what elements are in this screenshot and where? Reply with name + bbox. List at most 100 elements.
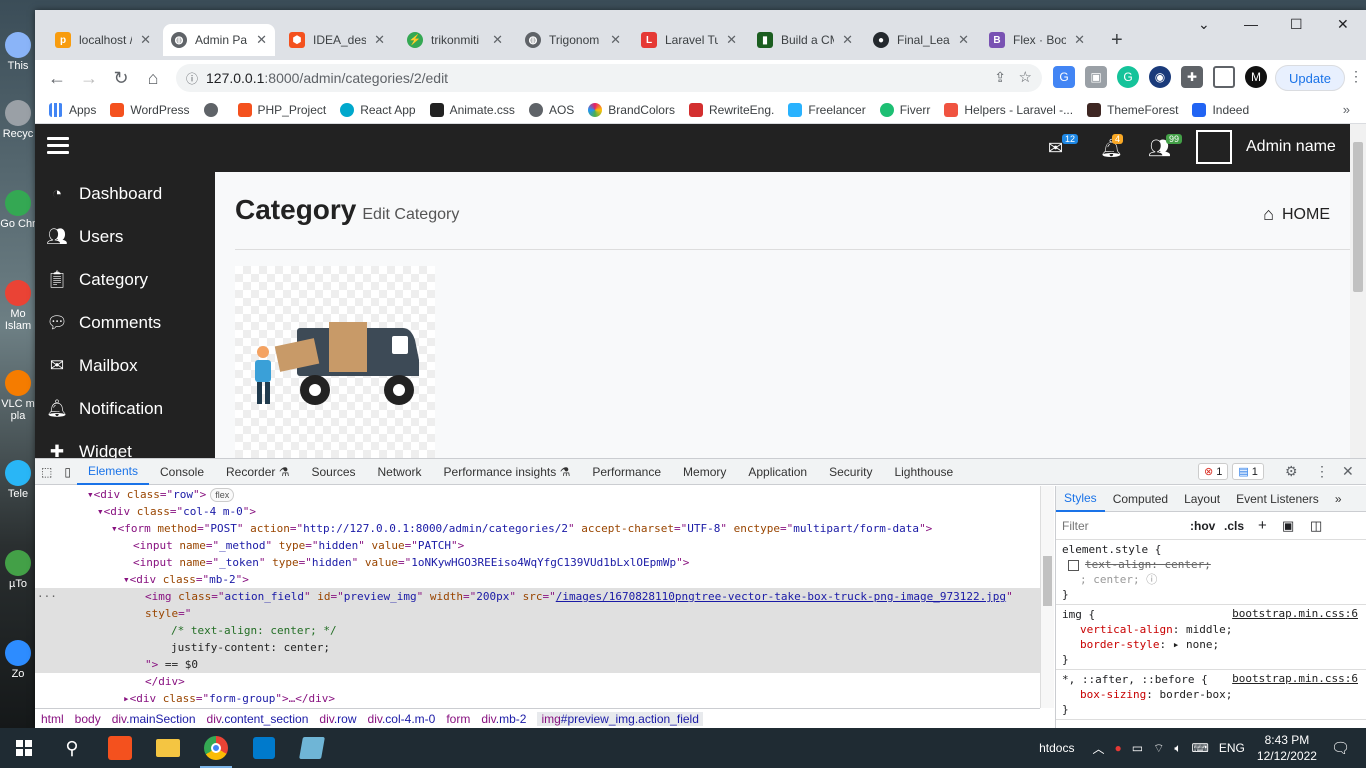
sidepanel-icon[interactable] [1213, 66, 1235, 88]
file-explorer-icon[interactable] [144, 728, 192, 768]
desktop-icon-zoom[interactable]: Zo [0, 640, 36, 680]
dom-node-line[interactable]: ▾<div class="row"> flex [35, 486, 1040, 503]
desktop-icon-islam[interactable]: Mo Islam [0, 280, 36, 332]
sidebar-item-comments[interactable]: 💬︎ Comments [35, 301, 215, 344]
tab-console[interactable]: Console [149, 459, 215, 485]
bookmark-brandcolors[interactable]: BrandColors [588, 102, 675, 117]
tab-layout[interactable]: Layout [1176, 486, 1228, 512]
sidebar-item-users[interactable]: 👥︎ Users [35, 215, 215, 258]
tab-search-icon[interactable]: ⌄ [1198, 16, 1210, 33]
close-icon[interactable]: ✕ [492, 32, 503, 48]
breadcrumb-item[interactable]: div.mb-2 [481, 712, 526, 726]
vscode-taskbar-icon[interactable] [240, 728, 288, 768]
home-icon[interactable]: ⌂ [137, 68, 169, 89]
dom-node-line[interactable]: ▾<div class="mb-2"> [35, 571, 1040, 588]
desktop-icon-this-pc[interactable]: This [0, 32, 36, 72]
reload-icon[interactable]: ↻ [105, 68, 137, 89]
bookmark-wordpress[interactable]: WordPress [110, 102, 190, 117]
property-value[interactable]: border-box; [1159, 688, 1232, 701]
category-preview-image[interactable] [235, 266, 435, 458]
new-rule-icon[interactable]: + [1258, 517, 1267, 534]
home-link[interactable]: ⌂ HOME [1263, 204, 1330, 225]
tab-memory[interactable]: Memory [672, 459, 737, 485]
property-checkbox[interactable] [1068, 559, 1079, 571]
desktop-icon-utorrent[interactable]: µTo [0, 550, 36, 590]
toolbar-label[interactable]: htdocs [1039, 741, 1074, 755]
bookmark-globe[interactable] [203, 102, 224, 117]
node-actions-icon[interactable]: ··· [37, 588, 57, 605]
kebab-menu-icon[interactable]: ⋮ [1349, 68, 1363, 85]
browser-tab[interactable]: ◍ Trigonom ✕ [517, 24, 629, 56]
avatar[interactable] [1196, 130, 1232, 164]
hamburger-menu-icon[interactable] [47, 137, 69, 155]
close-icon[interactable]: ✕ [256, 32, 267, 48]
bookmark-php-project[interactable]: PHP_Project [237, 102, 326, 117]
tab-elements[interactable]: Elements [76, 459, 149, 485]
mail-icon[interactable]: ✉ 12 [1048, 134, 1079, 159]
dom-node-line[interactable]: justify-content: center; [35, 639, 1040, 656]
sidebar-item-notification[interactable]: 🔔︎ Notification [35, 387, 215, 430]
browser-tab-active[interactable]: ◍ Admin Pa ✕ [163, 24, 275, 56]
bookmark-animate-css[interactable]: Animate.css [429, 102, 515, 117]
bookmark-aos[interactable]: AOS [528, 102, 574, 117]
desktop-icon-chrome[interactable]: Go Chr [0, 190, 36, 230]
language-indicator[interactable]: ENG [1219, 741, 1245, 755]
property-value[interactable]: ▸ none; [1173, 638, 1219, 651]
browser-tab[interactable]: B Flex · Boo ✕ [981, 24, 1093, 56]
desktop-icon-telegram[interactable]: Tele [0, 460, 36, 500]
inspect-element-icon[interactable]: ⬚ [35, 459, 58, 485]
chevron-up-icon[interactable]: ︿ [1092, 740, 1104, 757]
tab-styles[interactable]: Styles [1056, 486, 1105, 512]
dom-node-line[interactable]: <input name="_token" type="hidden" value… [35, 554, 1040, 571]
computed-styles-icon[interactable]: ▣ [1282, 518, 1294, 534]
breadcrumb-item[interactable]: body [75, 712, 101, 726]
styles-overflow-icon[interactable]: » [1327, 486, 1350, 512]
elements-scrollbar[interactable] [1040, 486, 1054, 708]
stylesheet-link[interactable]: bootstrap.min.css:6 [1232, 672, 1358, 685]
tab-security[interactable]: Security [818, 459, 883, 485]
site-info-icon[interactable]: ⓘ [186, 70, 198, 87]
sidebar-toggle-icon[interactable]: ◫ [1310, 518, 1322, 534]
tab-recorder[interactable]: Recorder ⚗ [215, 459, 300, 485]
src-link[interactable]: /images/1670828110pngtree-vector-take-bo… [556, 590, 1006, 603]
breadcrumb-item[interactable]: img#preview_img.action_field [537, 711, 703, 726]
breadcrumb-item[interactable]: div.mainSection [112, 712, 196, 726]
scrollbar-thumb[interactable] [1353, 142, 1363, 292]
dom-node-line[interactable]: ▸<div class="form-group">…</div> [35, 690, 1040, 707]
close-devtools-icon[interactable]: ✕ [1342, 463, 1354, 480]
breadcrumb-item[interactable]: html [41, 712, 64, 726]
close-icon[interactable]: ✕ [374, 32, 385, 48]
breadcrumb-item[interactable]: form [446, 712, 470, 726]
close-icon[interactable]: ✕ [610, 32, 621, 48]
tab-network[interactable]: Network [367, 459, 433, 485]
battery-icon[interactable]: ▭ [1132, 741, 1143, 755]
bookmark-rewriteeng[interactable]: RewriteEng. [688, 102, 774, 117]
tab-sources[interactable]: Sources [300, 459, 366, 485]
extension-icon[interactable]: ◉ [1149, 66, 1171, 88]
bookmark-indeed[interactable]: Indeed [1192, 102, 1249, 117]
breadcrumb-item[interactable]: div.col-4.m-0 [368, 712, 436, 726]
close-icon[interactable]: ✕ [842, 32, 853, 48]
close-icon[interactable]: ✕ [1074, 32, 1085, 48]
camera-icon[interactable]: ▣ [1085, 66, 1107, 88]
maximize-icon[interactable]: ☐ [1290, 16, 1303, 33]
forward-icon[interactable]: → [73, 68, 105, 89]
hov-toggle[interactable]: :hov [1190, 519, 1215, 533]
dom-node-line[interactable]: ▾<form method="POST" action="http://127.… [35, 520, 1040, 537]
sidebar-item-category[interactable]: 📋︎ Category [35, 258, 215, 301]
keyboard-icon[interactable]: ⌨ [1192, 741, 1209, 755]
kebab-menu-icon[interactable]: ⋮ [1315, 463, 1329, 480]
minimize-icon[interactable]: — [1244, 16, 1258, 32]
browser-tab[interactable]: p localhost / ✕ [47, 24, 159, 56]
page-scrollbar[interactable] [1350, 124, 1366, 458]
bookmark-helpers-laravel[interactable]: Helpers - Laravel -... [944, 102, 1073, 117]
stylesheet-link[interactable]: bootstrap.min.css:6 [1232, 607, 1358, 620]
property-name[interactable]: border-style [1080, 638, 1159, 651]
bell-icon[interactable]: 🔔︎ 4 [1100, 134, 1124, 159]
cls-toggle[interactable]: .cls [1224, 519, 1244, 533]
dom-node-line[interactable]: /* text-align: center; */ [35, 622, 1040, 639]
share-icon[interactable]: ⇪ [994, 69, 1006, 86]
antivirus-icon[interactable]: ● [1114, 741, 1121, 755]
sidebar-item-dashboard[interactable]: ◔ Dashboard [35, 172, 215, 215]
update-button[interactable]: Update [1275, 65, 1345, 91]
